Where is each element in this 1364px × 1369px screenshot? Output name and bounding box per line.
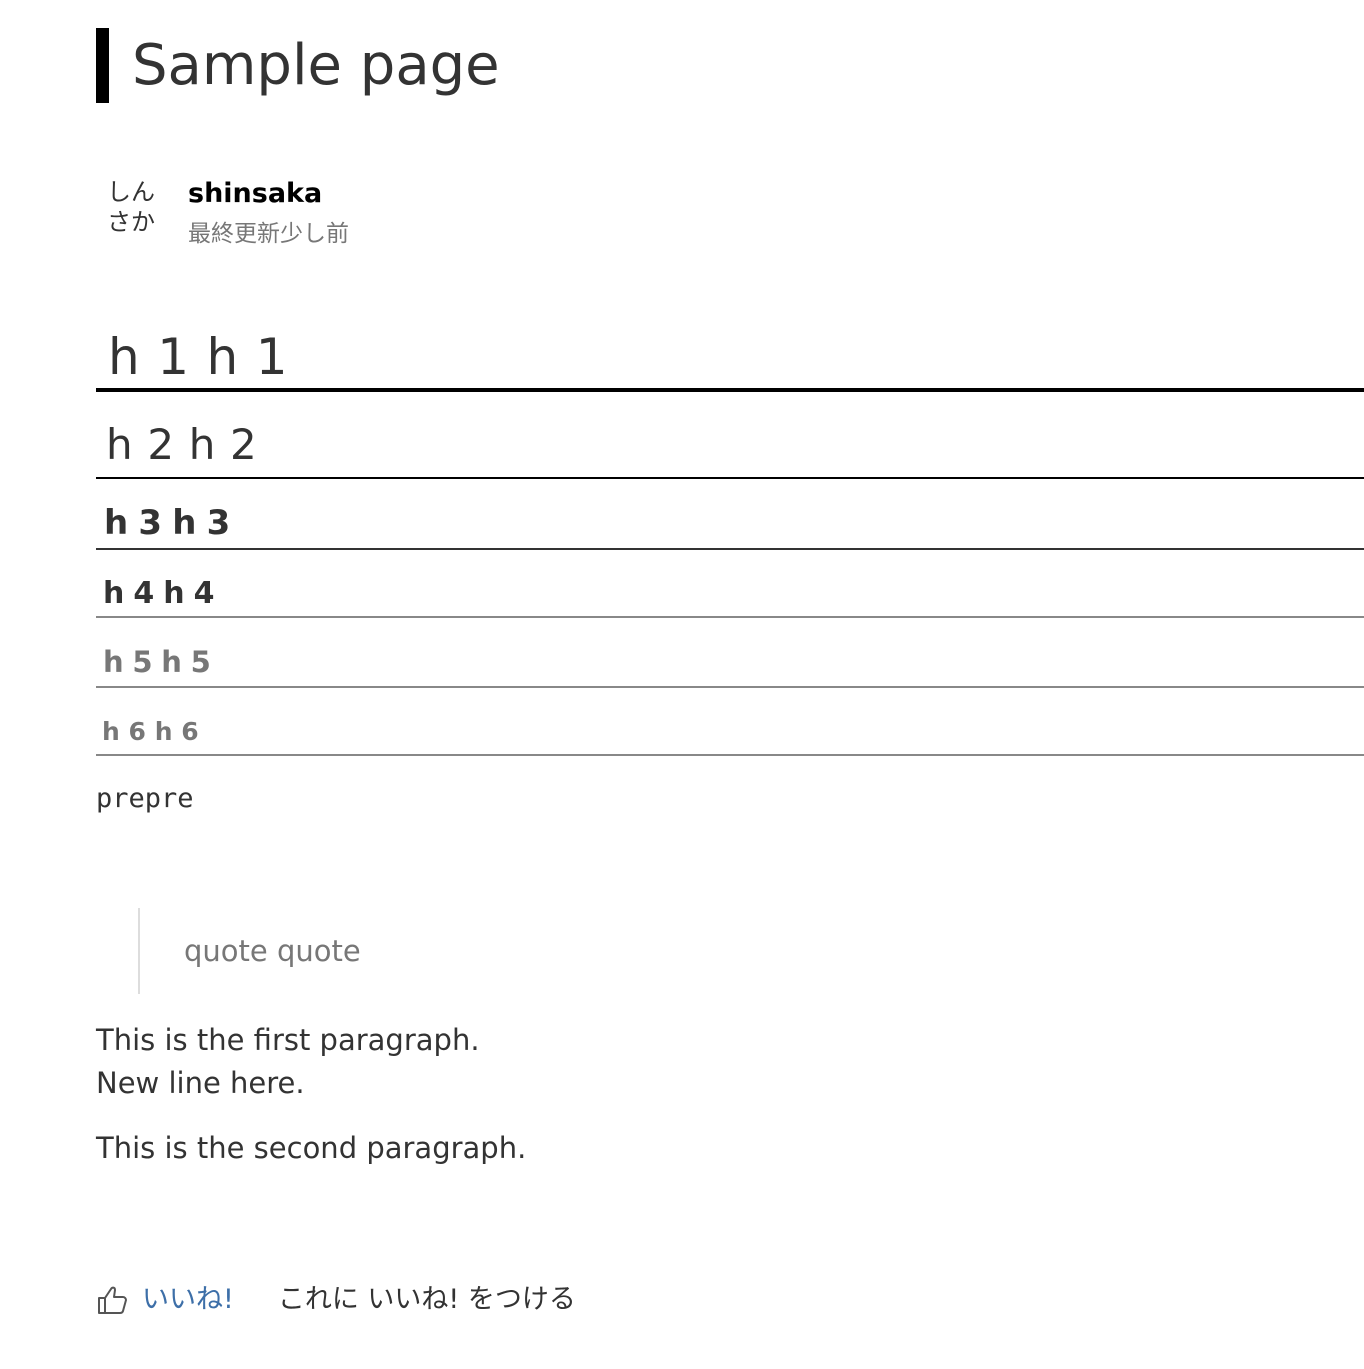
like-label: いいね!	[142, 1284, 234, 1315]
title-accent-bar	[96, 28, 109, 103]
heading-h6: h6h6	[96, 713, 1364, 756]
avatar-text-line1: しん	[107, 178, 155, 206]
like-bar: いいね! これに いいね! をつける	[96, 1280, 576, 1320]
heading-h2: h2h2	[96, 416, 1364, 479]
author-info: しん さか shinsaka 最終更新少し前	[96, 172, 349, 256]
avatar[interactable]: しん さか	[96, 172, 166, 242]
like-button[interactable]: いいね!	[96, 1280, 234, 1320]
like-prompt-text: これに いいね! をつける	[277, 1284, 576, 1315]
second-paragraph: This is the second paragraph.	[96, 1131, 527, 1165]
heading-h4: h4h4	[96, 573, 1364, 618]
heading-h1: h1h1	[96, 322, 1364, 392]
heading-h3: h3h3	[96, 500, 1364, 550]
blockquote: quote quote	[138, 908, 361, 994]
author-name-link[interactable]: shinsaka	[188, 176, 349, 212]
author-meta: shinsaka 最終更新少し前	[188, 172, 349, 256]
first-paragraph-line1: This is the first paragraph.	[96, 1023, 480, 1057]
first-paragraph-line2: New line here.	[96, 1066, 305, 1100]
heading-h5: h5h5	[96, 641, 1364, 688]
blockquote-text: quote quote	[184, 934, 361, 968]
avatar-text-line2: さか	[107, 208, 155, 236]
last-updated-text: 最終更新少し前	[188, 221, 349, 247]
page-title-text: Sample page	[132, 33, 500, 98]
preformatted-text: prepre	[96, 783, 194, 814]
thumbs-up-icon	[98, 1286, 127, 1314]
first-paragraph: This is the first paragraph. New line he…	[96, 1019, 480, 1105]
page-title: Sample page	[96, 28, 500, 103]
